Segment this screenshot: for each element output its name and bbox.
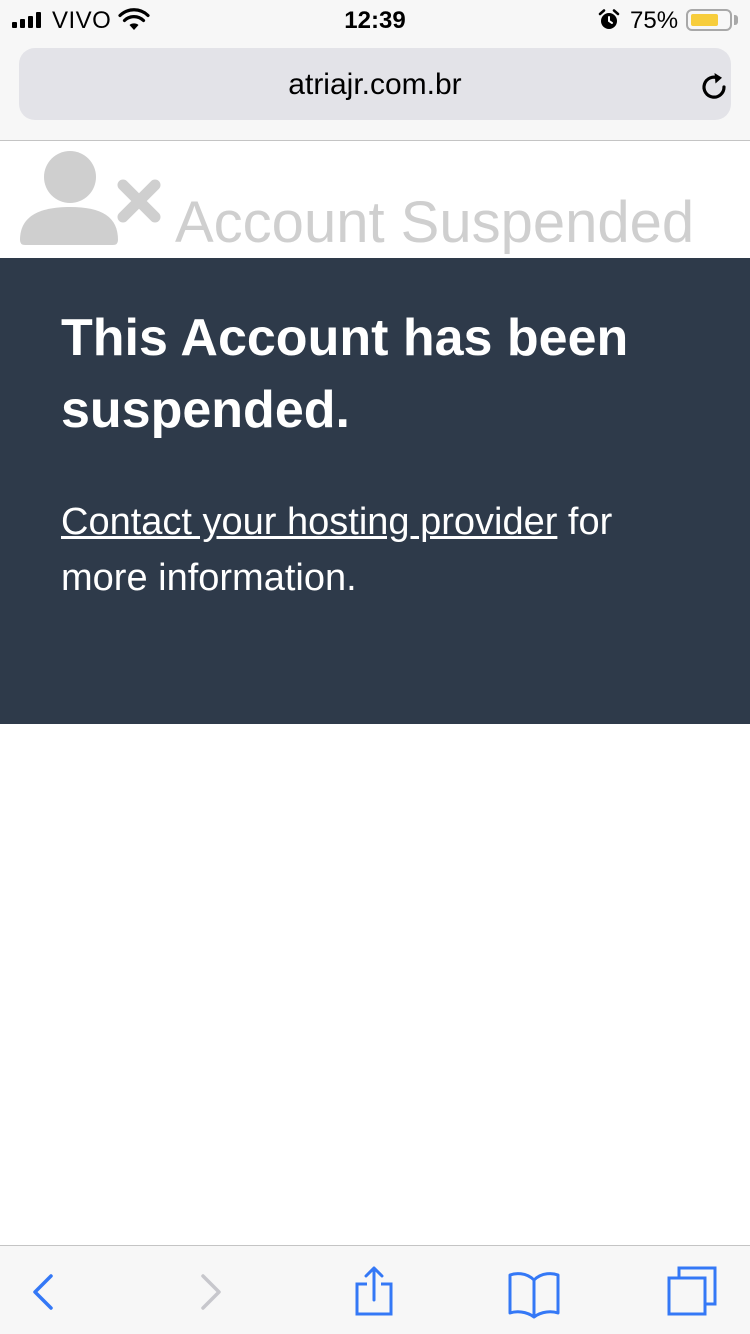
page-title: Account Suspended <box>175 190 695 255</box>
user-remove-icon <box>20 151 161 245</box>
forward-icon[interactable] <box>183 1264 239 1320</box>
battery-icon <box>686 9 732 31</box>
account-header: Account Suspended <box>0 141 750 258</box>
alarm-icon <box>598 9 620 29</box>
url-text[interactable]: atriajr.com.br <box>19 68 731 102</box>
reload-icon[interactable] <box>697 70 731 104</box>
battery-percentage: 75% <box>630 7 679 34</box>
tabs-icon[interactable] <box>665 1264 721 1320</box>
address-bar[interactable]: atriajr.com.br <box>19 48 731 120</box>
suspension-heading: This Account has been suspended. <box>61 309 629 439</box>
suspension-panel: This Account has been suspended. Contact… <box>0 258 750 724</box>
browser-header: atriajr.com.br <box>0 40 750 141</box>
contact-provider-link[interactable]: Contact your hosting provider <box>61 501 557 543</box>
battery-fill <box>691 14 718 26</box>
battery-nub <box>734 15 738 25</box>
back-icon[interactable] <box>15 1264 71 1320</box>
suspension-message: Contact your hosting provider for more i… <box>61 494 701 606</box>
status-bar: VIVO 12:39 75% <box>0 0 750 40</box>
bookmarks-icon[interactable] <box>506 1264 562 1320</box>
share-icon[interactable] <box>346 1264 402 1320</box>
browser-toolbar <box>0 1245 750 1334</box>
